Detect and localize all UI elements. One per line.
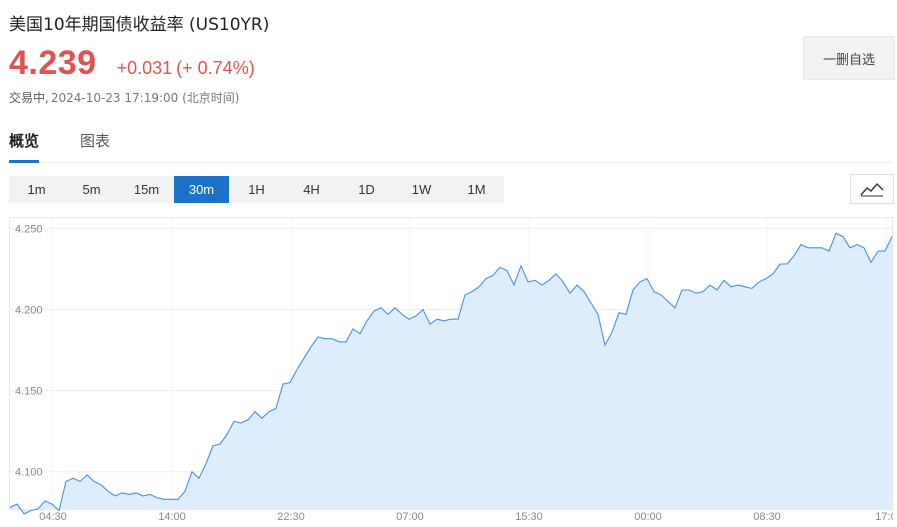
x-tick-label: 14:00 [158, 511, 186, 523]
tab-chart[interactable]: 图表 [80, 130, 110, 160]
price-change: +0.031 (+ 0.74%) [117, 58, 259, 79]
status-text: 交易中, [9, 91, 49, 105]
period-1h[interactable]: 1H [229, 176, 284, 203]
x-tick-label: 04:30 [39, 511, 67, 523]
x-tick-label: 22:30 [277, 511, 305, 523]
y-tick-label: 4.150 [15, 386, 43, 398]
period-4h[interactable]: 4H [284, 176, 339, 203]
y-tick-label: 4.100 [15, 467, 43, 479]
status-timestamp: 2024-10-23 17:19:00 (北京时间) [50, 91, 240, 105]
period-5m[interactable]: 5m [64, 176, 119, 203]
price-row: 4.239 +0.031 (+ 0.74%) [9, 44, 259, 83]
x-tick-label: 17:0 [875, 511, 893, 523]
period-30m[interactable]: 30m [174, 176, 229, 203]
y-tick-label: 4.250 [15, 223, 43, 235]
period-15m[interactable]: 15m [119, 176, 174, 203]
tab-overview[interactable]: 概览 [9, 130, 40, 163]
remove-watchlist-button[interactable]: 一删自选 [803, 36, 895, 80]
y-tick-label: 4.200 [15, 304, 43, 316]
yield-chart[interactable]: 4.100 4.150 4.200 4.250 04:30 14:00 22:30 07:00… [9, 217, 893, 523]
x-tick-label: 08:30 [753, 511, 781, 523]
chart-type-button[interactable] [850, 174, 894, 204]
x-tick-label: 00:00 [634, 511, 662, 523]
period-1mo[interactable]: 1M [449, 176, 504, 203]
period-1d[interactable]: 1D [339, 176, 394, 203]
page-title: 美国10年期国债收益率 (US10YR) [9, 15, 270, 35]
change-percent: (+ 0.74%) [176, 58, 255, 78]
trading-status: 交易中, 2024-10-23 17:19:00 (北京时间) [9, 89, 239, 106]
x-tick-label: 07:00 [396, 511, 424, 523]
current-price: 4.239 [9, 44, 97, 82]
period-1m[interactable]: 1m [9, 176, 64, 203]
tab-bar: 概览 图表 [9, 124, 893, 163]
period-1w[interactable]: 1W [394, 176, 449, 203]
change-value: +0.031 [116, 58, 173, 78]
x-tick-label: 15:30 [515, 511, 543, 523]
period-selector: 1m 5m 15m 30m 1H 4H 1D 1W 1M [9, 176, 504, 203]
line-chart-icon [860, 182, 884, 197]
